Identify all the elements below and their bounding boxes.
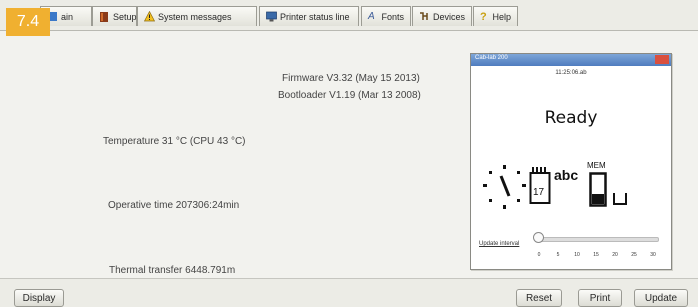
tab-label: ain [61, 11, 74, 22]
tab-bar: ain Setup System messages Printer status… [0, 0, 698, 31]
memory-label: MEM [587, 161, 606, 170]
scale-tick: 5 [556, 252, 560, 258]
book-icon [99, 11, 110, 22]
tab-label: Setup [113, 11, 137, 22]
tab-label: Help [492, 11, 511, 22]
printer-status: Ready [544, 108, 598, 128]
button-bar: Display Reset Print Update [0, 278, 698, 307]
tab-label: Devices [433, 11, 466, 22]
tab-setup[interactable]: Setup [92, 6, 137, 26]
scale-tick: 0 [537, 252, 541, 258]
interval-scale: 0 5 10 15 20 25 30 [537, 252, 657, 260]
devices-icon [419, 11, 430, 22]
memory-card-icon [589, 172, 607, 207]
firmware-version: Firmware V3.32 (May 15 2013) [282, 73, 420, 84]
preview-title: Cab-lab 200 [475, 55, 508, 61]
scale-tick: 20 [612, 252, 618, 258]
tab-label: Printer status line [280, 11, 350, 22]
update-button[interactable]: Update [634, 289, 688, 307]
warning-icon [143, 10, 156, 22]
tab-help[interactable]: ? Help [473, 6, 518, 26]
counter-value: 17 [533, 187, 545, 198]
clock-icon [483, 165, 526, 209]
scale-tick: 25 [631, 252, 637, 258]
temperature-readout: Temperature 31 °C (CPU 43 °C) [103, 136, 246, 147]
update-interval-track [537, 237, 659, 242]
section-badge: 7.4 [6, 8, 50, 36]
close-icon[interactable] [655, 55, 669, 64]
tab-printer-status-line[interactable]: Printer status line [259, 6, 359, 26]
thermal-transfer: Thermal transfer 6448.791m [109, 265, 236, 276]
scale-tick: 10 [574, 252, 580, 258]
reset-button[interactable]: Reset [516, 289, 562, 307]
ribbon-icon [613, 193, 627, 205]
preview-time: 11:25:06.ab [555, 70, 587, 76]
tab-label: System messages [158, 11, 232, 22]
update-interval-slider[interactable] [533, 232, 544, 243]
counter-icon [529, 167, 551, 204]
tab-system-messages[interactable]: System messages [137, 6, 257, 26]
font-icon: A [368, 11, 375, 22]
print-button[interactable]: Print [578, 289, 622, 307]
operative-time: Operative time 207306:24min [108, 200, 240, 211]
update-interval-label: Update interval [479, 241, 520, 247]
preview-titlebar: Cab-lab 200 [471, 54, 671, 66]
display-button[interactable]: Display [14, 289, 64, 307]
tab-devices[interactable]: Devices [412, 6, 472, 26]
tab-label: Fonts [381, 11, 404, 22]
scale-tick: 30 [650, 252, 656, 258]
monitor-icon [266, 11, 277, 22]
scale-tick: 15 [593, 252, 599, 258]
tab-fonts[interactable]: A Fonts [361, 6, 411, 26]
label-text-icon: abc [554, 167, 579, 183]
bootloader-version: Bootloader V1.19 (Mar 13 2008) [278, 90, 421, 101]
help-icon: ? [480, 11, 487, 23]
printer-display-preview: Cab-lab 200 11:25:06.ab Ready 17 abc MEM… [470, 53, 672, 270]
